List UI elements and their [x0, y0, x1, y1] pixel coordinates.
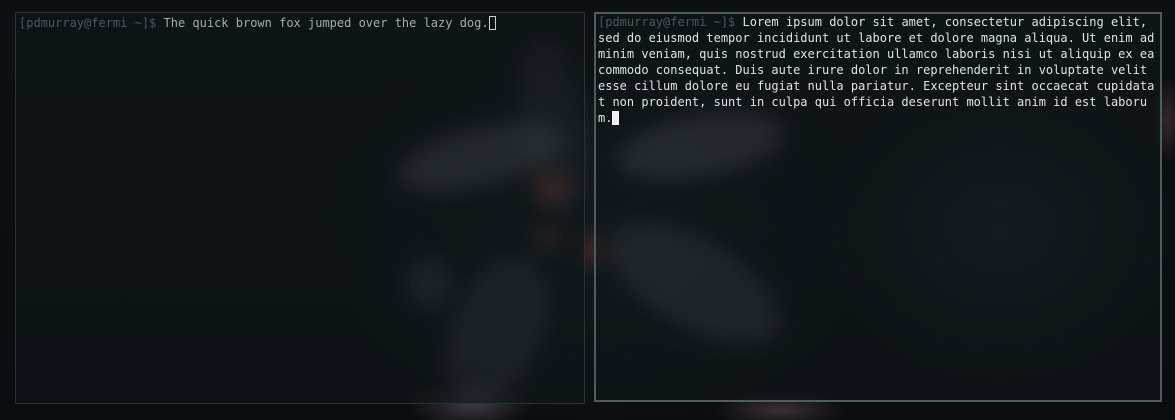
terminal-window-right-focused[interactable]: [pdmurray@fermi ~]$ Lorem ipsum dolor si… — [594, 12, 1162, 402]
shell-prompt: [pdmurray@fermi ~]$ — [598, 15, 743, 29]
terminal-output[interactable]: [pdmurray@fermi ~]$ The quick brown fox … — [19, 15, 581, 31]
shell-prompt: [pdmurray@fermi ~]$ — [19, 16, 164, 30]
text-cursor-unfocused — [488, 16, 496, 30]
terminal-window-left[interactable]: [pdmurray@fermi ~]$ The quick brown fox … — [15, 12, 585, 404]
text-cursor-focused — [612, 111, 620, 125]
typed-command: Lorem ipsum dolor sit amet, consectetur … — [598, 15, 1162, 125]
typed-command: The quick brown fox jumped over the lazy… — [163, 16, 489, 30]
terminal-output[interactable]: [pdmurray@fermi ~]$ Lorem ipsum dolor si… — [598, 14, 1160, 126]
